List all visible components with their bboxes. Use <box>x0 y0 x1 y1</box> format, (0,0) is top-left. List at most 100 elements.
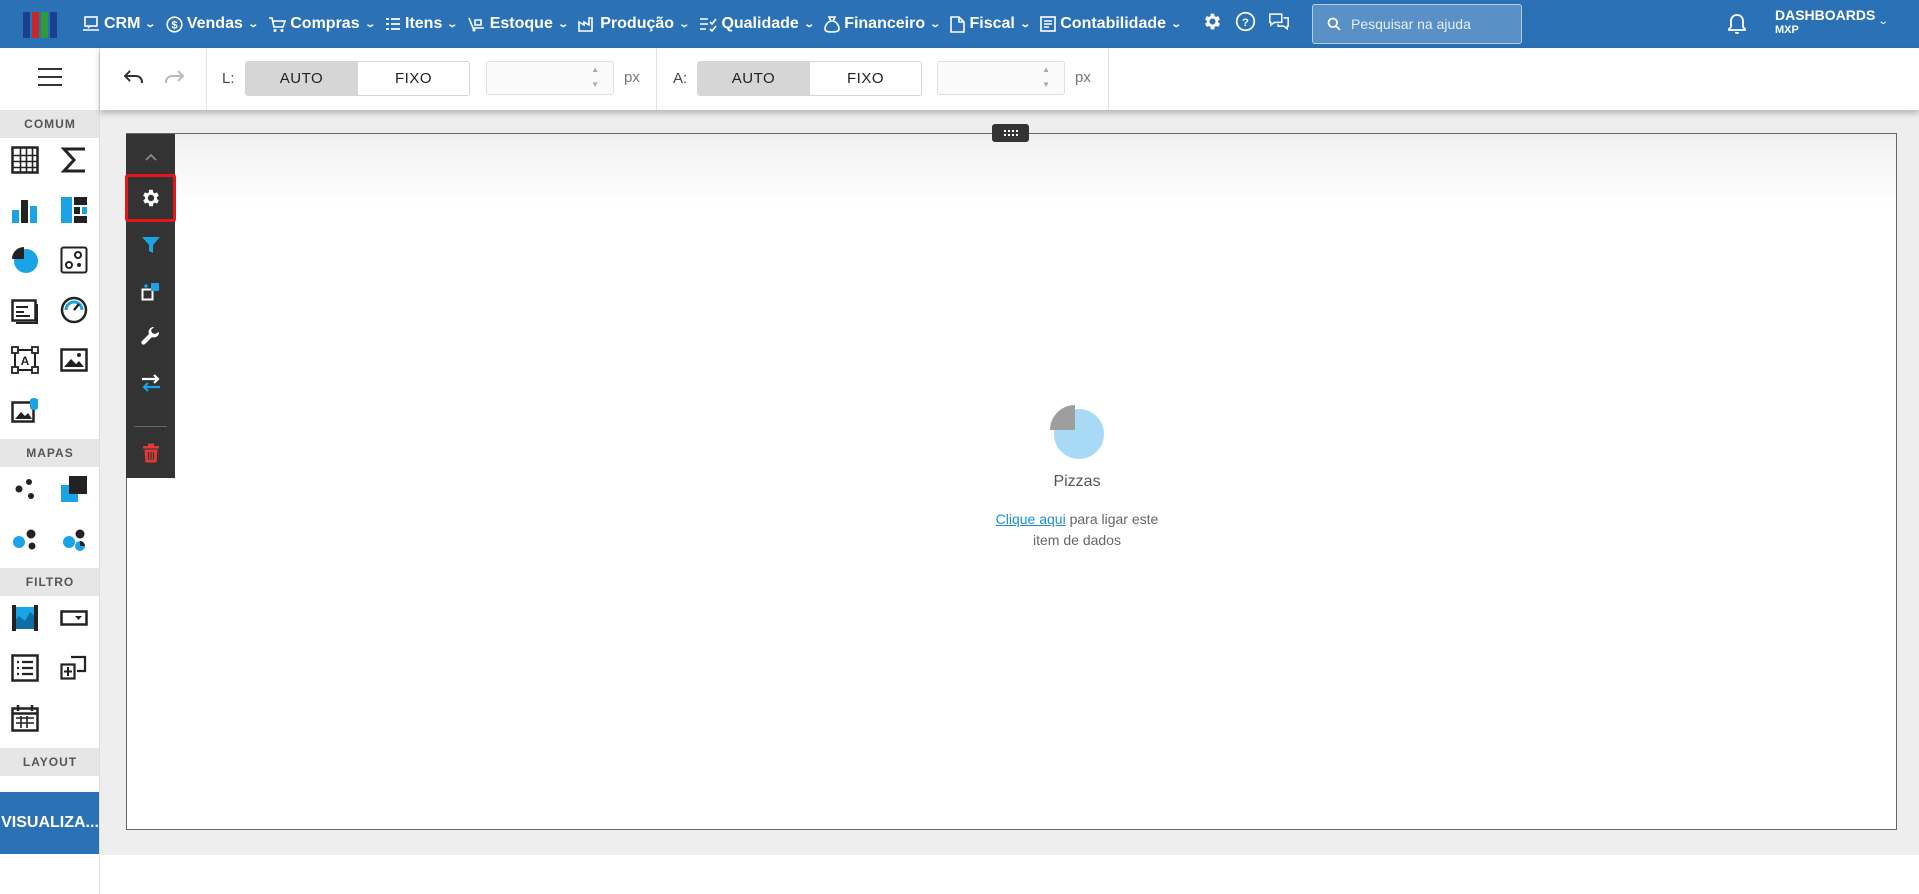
height-input[interactable] <box>938 62 1038 94</box>
menu-crm-label: CRM <box>104 15 141 32</box>
convert-widget-icon[interactable] <box>126 268 175 314</box>
section-layout: LAYOUT <box>0 748 99 776</box>
chevron-down-icon: ⌄ <box>557 18 569 30</box>
checklist-icon <box>700 18 718 32</box>
width-unit: px <box>624 69 640 86</box>
chevron-down-icon: ⌄ <box>1019 18 1031 30</box>
app-logo[interactable] <box>23 12 57 38</box>
height-unit: px <box>1075 69 1091 86</box>
menu-qualidade[interactable]: Qualidade ⌄ <box>699 15 815 33</box>
width-input-box: ▲ ▼ <box>486 61 614 95</box>
money-bag-icon <box>824 15 840 33</box>
width-input[interactable] <box>487 62 587 94</box>
bound-image-icon[interactable] <box>8 393 42 427</box>
tree-view-icon[interactable] <box>57 651 91 685</box>
wrench-icon[interactable] <box>126 314 175 360</box>
dollar-icon: $ <box>166 15 183 33</box>
notifications-bell-icon[interactable] <box>1727 13 1747 35</box>
width-mode-toggle: AUTO FIXO <box>245 61 470 96</box>
menu-vendas-label: Vendas <box>186 15 243 32</box>
chevron-down-icon: ⌄ <box>247 18 259 30</box>
decrement-arrow-icon[interactable]: ▼ <box>1042 80 1050 89</box>
bind-data-link[interactable]: Clique aqui <box>996 511 1066 527</box>
undo-icon[interactable] <box>124 68 144 86</box>
increment-arrow-icon[interactable]: ▲ <box>1042 65 1050 74</box>
width-fixed-button[interactable]: FIXO <box>357 62 469 95</box>
help-search-box[interactable] <box>1312 4 1522 44</box>
dashboard-title: DASHBOARDS <box>1775 7 1876 23</box>
bubble-map-icon[interactable] <box>8 472 42 506</box>
gauge-icon[interactable] <box>57 293 91 327</box>
settings-gear-icon[interactable] <box>1202 11 1223 32</box>
menu-financeiro-label: Financeiro <box>844 15 926 32</box>
search-icon <box>1327 17 1341 31</box>
menu-contabilidade[interactable]: Contabilidade ⌄ <box>1040 15 1182 33</box>
geo-point-map-icon[interactable] <box>8 522 42 556</box>
menu-estoque[interactable]: Estoque ⌄ <box>467 15 569 33</box>
bar-chart-icon[interactable] <box>8 193 42 227</box>
filter-funnel-icon[interactable] <box>126 222 175 268</box>
pie-chart-icon[interactable] <box>8 243 42 277</box>
toolbar-divider <box>656 48 657 110</box>
stock-icon <box>467 17 484 32</box>
decrement-arrow-icon[interactable]: ▼ <box>591 80 599 89</box>
choropleth-map-icon[interactable] <box>57 472 91 506</box>
chat-icon[interactable] <box>1268 11 1290 32</box>
delete-trash-icon[interactable] <box>126 430 175 476</box>
hamburger-menu-icon[interactable] <box>38 68 62 86</box>
pie-map-icon[interactable] <box>57 522 91 556</box>
help-icon[interactable]: ? <box>1235 11 1256 32</box>
visualize-button[interactable]: VISUALIZA... <box>0 792 99 854</box>
menu-itens[interactable]: Itens ⌄ <box>385 15 459 33</box>
text-box-icon[interactable]: A <box>8 343 42 377</box>
card-icon[interactable] <box>8 293 42 327</box>
menu-producao[interactable]: Produção ⌄ <box>578 15 690 33</box>
main-menu: CRM ⌄ $ Vendas ⌄ Compras ⌄ Itens ⌄ Estoque ⌄ … <box>82 0 1191 48</box>
menu-financeiro[interactable]: Financeiro ⌄ <box>824 15 941 33</box>
toolbar-separator <box>134 426 167 427</box>
section-mapas: MAPAS <box>0 439 99 467</box>
svg-text:?: ? <box>1242 17 1249 29</box>
date-filter-icon[interactable] <box>8 701 42 735</box>
ledger-icon <box>1040 16 1057 32</box>
redo-icon[interactable] <box>164 68 184 86</box>
grid-table-icon[interactable] <box>8 143 42 177</box>
sum-icon[interactable] <box>57 143 91 177</box>
menu-crm[interactable]: CRM ⌄ <box>82 15 157 33</box>
range-filter-icon[interactable] <box>8 601 42 635</box>
menu-compras[interactable]: Compras ⌄ <box>268 15 376 33</box>
width-auto-button[interactable]: AUTO <box>246 62 357 95</box>
treemap-icon[interactable] <box>57 193 91 227</box>
top-navigation-bar: CRM ⌄ $ Vendas ⌄ Compras ⌄ Itens ⌄ Estoque ⌄ … <box>0 0 1919 48</box>
widget-settings-gear-icon[interactable] <box>125 174 176 222</box>
pie-chart-widget[interactable]: Pizzas Clique aqui para ligar este item … <box>126 133 1897 830</box>
cart-icon <box>269 16 287 32</box>
chevron-down-icon: ⌄ <box>446 18 459 30</box>
combo-box-icon[interactable] <box>57 601 91 635</box>
menu-fiscal[interactable]: Fiscal ⌄ <box>950 15 1031 33</box>
pie-placeholder-icon <box>1050 405 1104 459</box>
bind-hint-text: para ligar este <box>1065 511 1159 527</box>
list-box-icon[interactable] <box>8 651 42 685</box>
widget-title: Pizzas <box>1053 473 1101 490</box>
swap-arrows-icon[interactable] <box>126 360 175 406</box>
search-input[interactable] <box>1351 16 1511 32</box>
svg-text:$: $ <box>171 19 177 31</box>
image-icon[interactable] <box>57 343 91 377</box>
dashboard-user-menu[interactable]: DASHBOARDS MXP ⌄ <box>1775 7 1889 38</box>
chevron-down-icon: ⌄ <box>1877 16 1890 27</box>
menu-contabilidade-label: Contabilidade <box>1060 15 1167 32</box>
chevron-down-icon: ⌄ <box>144 18 157 30</box>
drag-handle-icon[interactable] <box>992 124 1029 142</box>
increment-arrow-icon[interactable]: ▲ <box>591 65 599 74</box>
toolbar-divider <box>1108 48 1109 110</box>
widget-header <box>127 134 1896 204</box>
menu-producao-label: Produção <box>600 15 675 32</box>
height-fixed-button[interactable]: FIXO <box>809 62 921 95</box>
height-auto-button[interactable]: AUTO <box>698 62 809 95</box>
svg-text:A: A <box>21 354 30 368</box>
scatter-chart-icon[interactable] <box>57 243 91 277</box>
company-name: MXP <box>1775 24 1799 36</box>
section-comum: COMUM <box>0 110 99 138</box>
menu-vendas[interactable]: $ Vendas ⌄ <box>166 15 259 33</box>
